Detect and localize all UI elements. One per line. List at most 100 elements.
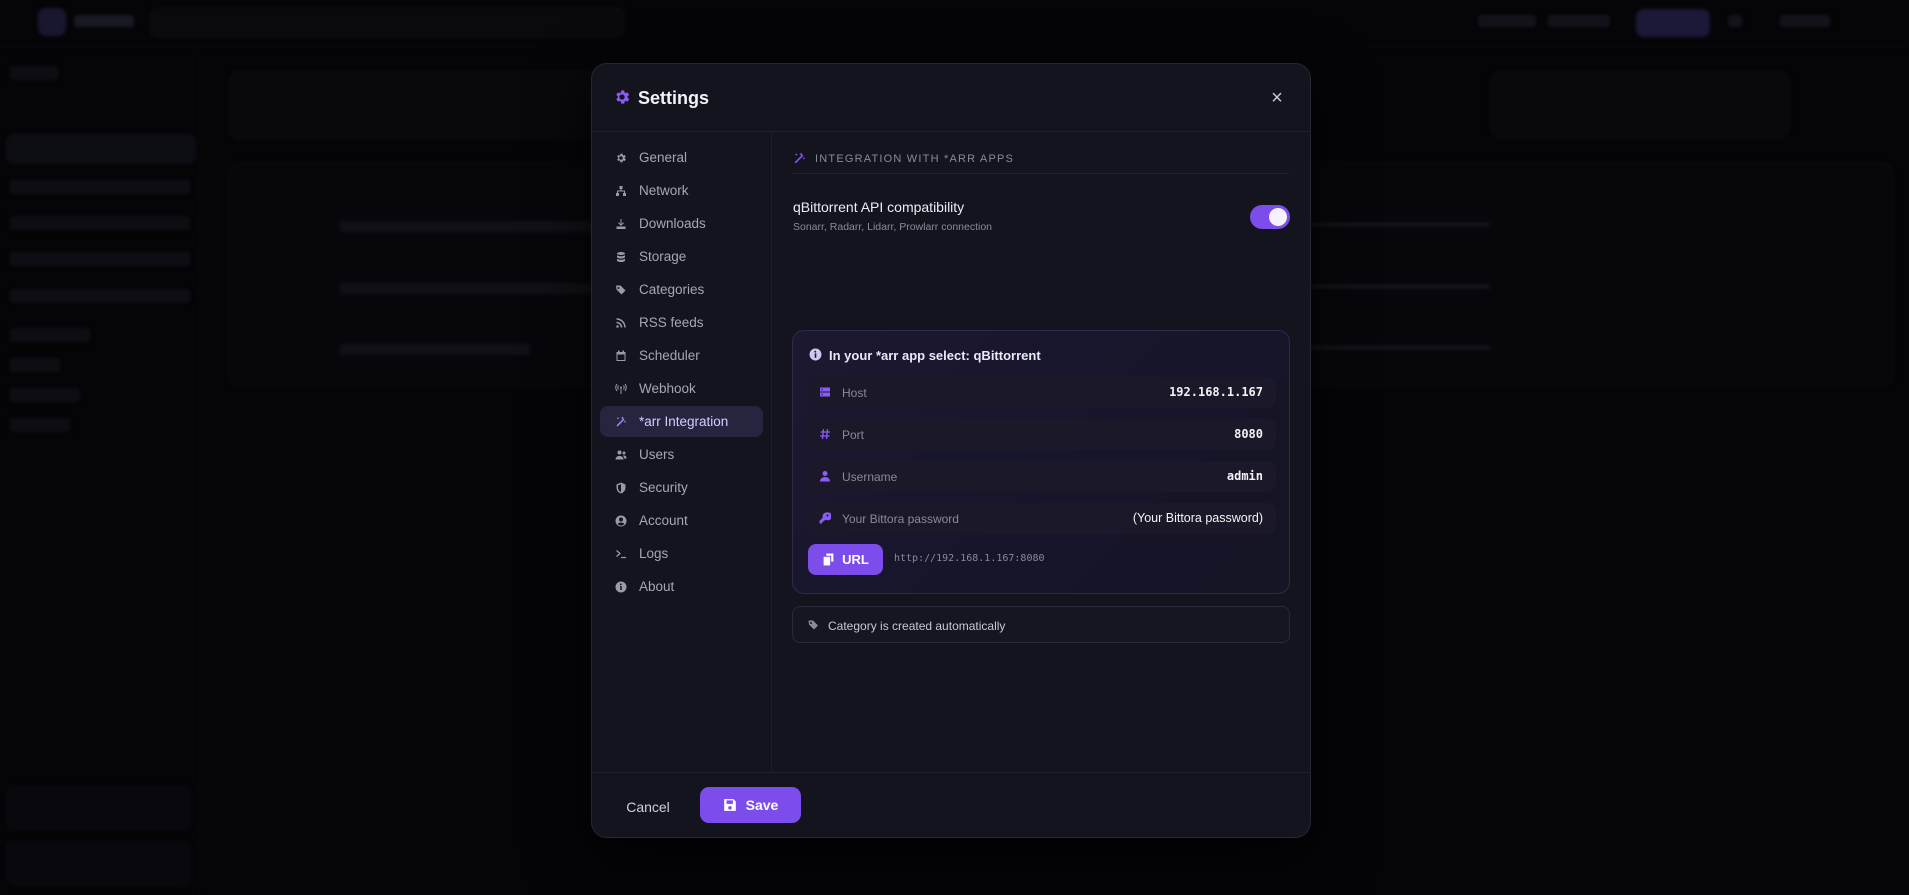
magic-wand-icon [793,152,806,165]
user-icon [819,470,831,482]
field-value[interactable]: admin [1227,469,1263,483]
magic-wand-icon [614,415,628,429]
nav-item-logs[interactable]: Logs [600,538,763,569]
cancel-button[interactable]: Cancel [620,789,676,825]
field-value[interactable]: 192.168.1.167 [1169,385,1263,399]
rss-icon [614,316,628,330]
background-topbar-item [1780,15,1830,27]
section-header: INTEGRATION WITH *ARR APPS [793,152,1289,174]
background-search [150,8,625,38]
nav-item-account[interactable]: Account [600,505,763,536]
toggle-knob [1269,208,1287,226]
gear-icon [614,151,628,165]
save-button[interactable]: Save [700,787,801,823]
settings-nav: General Network Downloads Storage Catego… [592,132,772,772]
background-sidebar-item [10,388,80,402]
nav-item-label: General [639,150,688,165]
background-stat-card [1490,70,1790,140]
broadcast-icon [614,382,628,396]
background-progress [1310,285,1490,288]
background-sidebar-item [6,134,196,164]
password-field: Your Bittora password (Your Bittora pass… [808,503,1276,534]
server-icon [819,386,831,398]
settings-modal: Settings × General Network Downloads Sto… [591,63,1311,838]
network-icon [614,184,628,198]
nav-item-label: Security [639,480,688,495]
nav-item-users[interactable]: Users [600,439,763,470]
host-field: Host 192.168.1.167 [808,377,1276,408]
background-sidebar-item [10,180,190,194]
copy-url-button[interactable]: URL [808,544,883,575]
nav-item-about[interactable]: About [600,571,763,602]
nav-item-label: *arr Integration [639,414,729,429]
nav-item-webhook[interactable]: Webhook [600,373,763,404]
close-button[interactable]: × [1264,85,1290,111]
connection-info-card: In your *arr app select: qBittorrent Hos… [792,330,1290,594]
nav-item-label: Downloads [639,216,706,231]
floppy-disk-icon [723,798,737,812]
background-topbar [0,0,1909,46]
field-key: Username [842,470,898,484]
background-topbar-item [1478,15,1536,27]
background-topbar-item [1728,15,1742,27]
nav-item-label: Webhook [639,381,696,396]
nav-item-label: Categories [639,282,705,297]
nav-item-general[interactable]: General [600,142,763,173]
background-progress [1310,346,1490,349]
save-button-label: Save [745,797,779,813]
nav-item-label: About [639,579,675,594]
modal-title: Settings [638,88,710,108]
nav-item-label: Storage [639,249,687,264]
info-icon [614,580,628,594]
field-value: (Your Bittora password) [1132,511,1263,525]
download-icon [614,217,628,231]
nav-item-storage[interactable]: Storage [600,241,763,272]
users-icon [614,448,628,462]
toggle-label: qBittorrent API compatibility [793,199,965,215]
nav-item-security[interactable]: Security [600,472,763,503]
nav-item-label: Logs [639,546,669,561]
section-title: INTEGRATION WITH *ARR APPS [815,153,1015,165]
toggle-sublabel: Sonarr, Radarr, Lidarr, Prowlarr connect… [793,221,993,233]
nav-item-downloads[interactable]: Downloads [600,208,763,239]
settings-content: INTEGRATION WITH *ARR APPS qBittorrent A… [772,132,1310,772]
nav-item-network[interactable]: Network [600,175,763,206]
note-text: Category is created automatically [828,619,1006,633]
key-icon [819,512,831,524]
background-table-row [340,344,530,355]
background-topbar-item [1548,15,1610,27]
background-sidebar-item [10,216,190,230]
background-sidebar-item [10,358,60,372]
info-card-title: In your *arr app select: qBittorrent [829,348,1041,363]
database-icon [614,250,628,264]
background-footer-card [6,841,191,885]
qbittorrent-api-toggle[interactable] [1250,205,1290,229]
background-button [1636,9,1710,37]
nav-item-label: Scheduler [639,348,700,363]
nav-item-label: RSS feeds [639,315,704,330]
nav-item-rss-feeds[interactable]: RSS feeds [600,307,763,338]
field-key: Host [842,386,867,400]
info-icon [809,348,822,361]
nav-item-label: Network [639,183,689,198]
field-value[interactable]: 8080 [1234,427,1263,441]
background-logo [38,8,66,36]
background-sidebar-item [10,328,90,342]
nav-item-scheduler[interactable]: Scheduler [600,340,763,371]
category-note: Category is created automatically [792,606,1290,643]
nav-item-categories[interactable]: Categories [600,274,763,305]
background-sidebar-item [10,289,190,303]
port-field: Port 8080 [808,419,1276,450]
background-progress [1310,223,1490,226]
background-sidebar [0,46,200,895]
background-footer-card [6,786,191,830]
url-value[interactable]: http://192.168.1.167:8080 [894,553,1045,564]
background-sidebar-item [10,252,190,266]
modal-header: Settings × [592,64,1310,132]
background-table-row [340,221,620,232]
shield-icon [614,481,628,495]
background-sidebar-item [10,66,58,80]
user-circle-icon [614,514,628,528]
field-key: Your Bittora password [842,512,959,526]
nav-item-arr-integration[interactable]: *arr Integration [600,406,763,437]
